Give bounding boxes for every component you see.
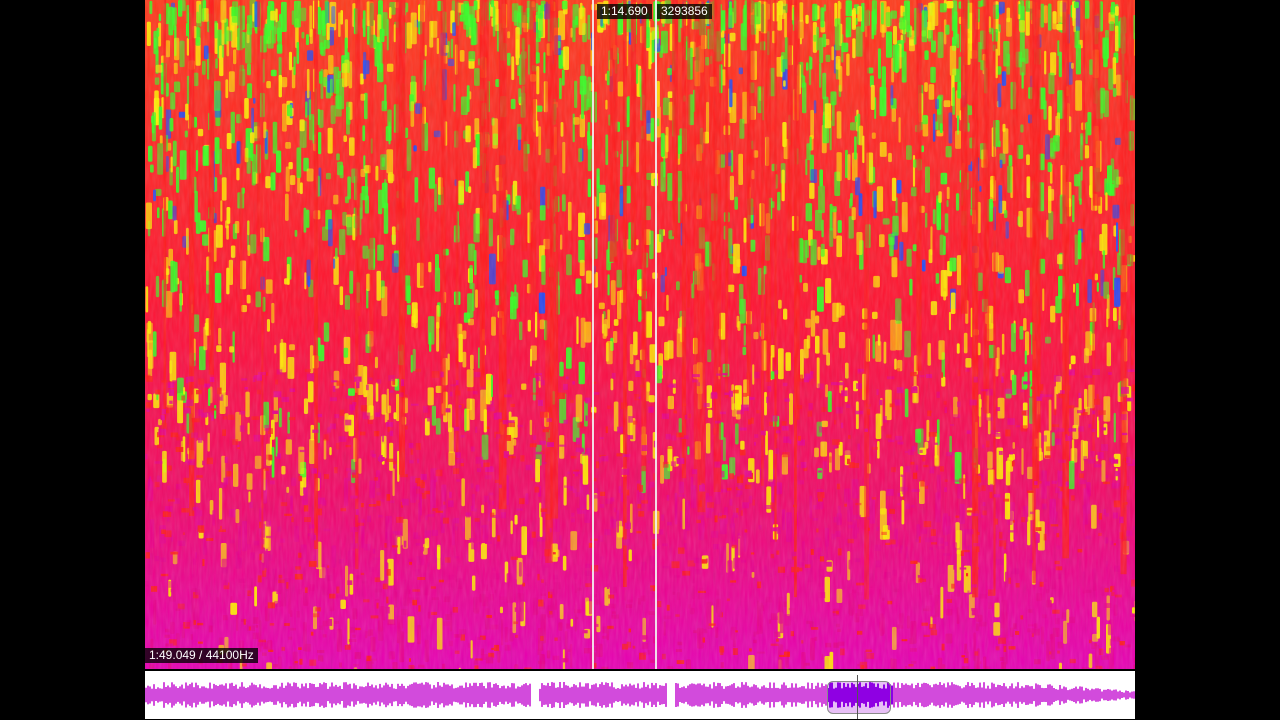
spectrogram-view[interactable]: 1:14.690 3293856 1:49.049 / 44100Hz: [145, 0, 1135, 669]
overview-selection-handle[interactable]: [827, 681, 891, 714]
spectrogram-grain: [145, 0, 1135, 669]
cursor-sample-readout: 3293856: [657, 4, 712, 19]
spectrogram-canvas[interactable]: [145, 0, 1135, 669]
spectrogram-app-window: 1:14.690 3293856 1:49.049 / 44100Hz: [0, 0, 1280, 720]
playhead-line[interactable]: [655, 0, 657, 669]
cursor-time-readout: 1:14.690: [597, 4, 652, 19]
waveform-shape: [145, 682, 1135, 708]
waveform-overview-canvas[interactable]: [145, 671, 1135, 719]
duration-samplerate-readout: 1:49.049 / 44100Hz: [145, 648, 258, 663]
waveform-overview[interactable]: [145, 671, 1135, 719]
overview-playhead: [857, 675, 858, 719]
selection-start-line[interactable]: [592, 0, 594, 669]
